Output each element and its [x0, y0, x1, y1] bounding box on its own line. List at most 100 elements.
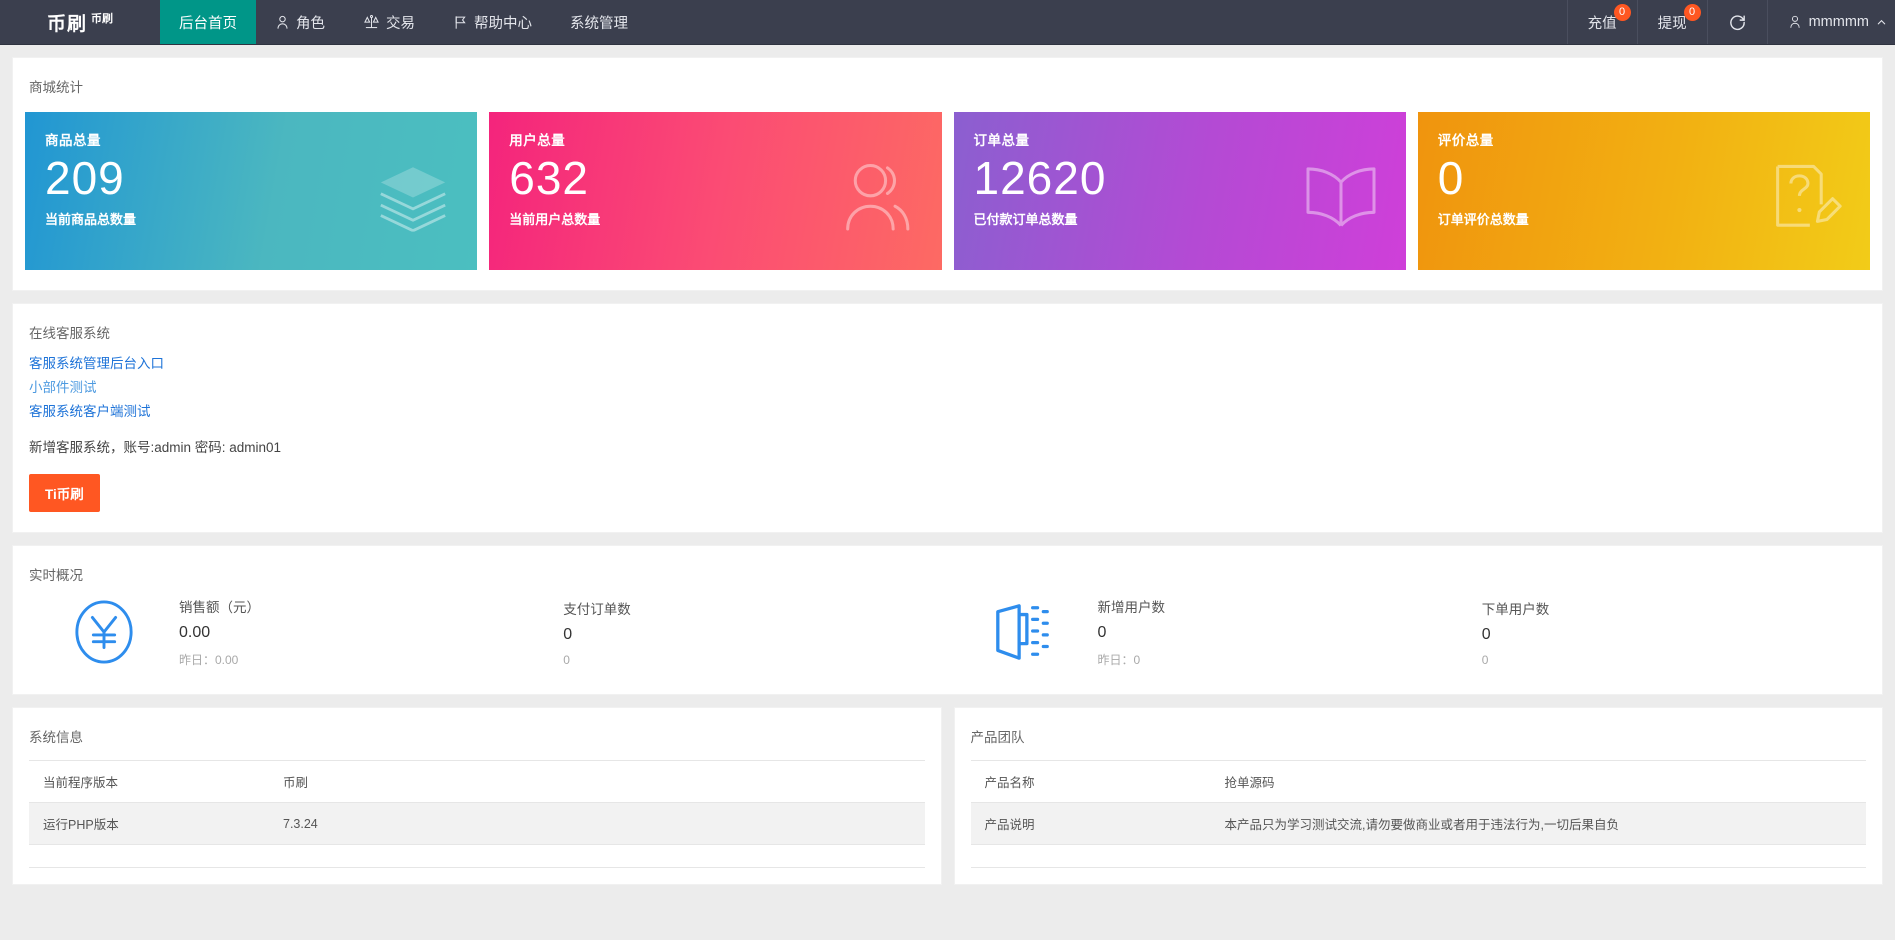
refresh-icon [1728, 13, 1747, 32]
recharge-button[interactable]: 充值 0 [1567, 0, 1637, 44]
service-link-admin-entry[interactable]: 客服系统管理后台入口 [29, 354, 164, 374]
online-service-body: 客服系统管理后台入口 小部件测试 客服系统客户端测试 新增客服系统，账号:adm… [13, 354, 1882, 532]
nav-label-trade: 交易 [386, 12, 415, 33]
service-action-button[interactable]: Ti币刷 [29, 474, 100, 512]
row-value [269, 845, 925, 868]
realtime-metric-row: 销售额（元） 0.00 昨日：0.00 支付订单数 0 0 [13, 584, 1882, 694]
realtime-group-users: 新增用户数 0 昨日：0 下单用户数 0 0 [948, 596, 1867, 668]
product-team-title: 产品团队 [955, 708, 1883, 746]
realtime-metric: 下单用户数 0 0 [1482, 598, 1866, 667]
system-info-panel: 系统信息 当前程序版本 币刷 运行PHP版本 7.3.24 [12, 707, 942, 885]
refresh-button[interactable] [1707, 0, 1767, 44]
row-key [971, 845, 1211, 868]
realtime-metric: 销售额（元） 0.00 昨日：0.00 [179, 596, 563, 668]
row-key: 产品说明 [971, 803, 1211, 845]
app-logo[interactable]: 币刷 币刷 [0, 0, 160, 44]
metric-value: 0.00 [179, 624, 563, 642]
stat-card-orders[interactable]: 订单总量 12620 已付款订单总数量 [954, 112, 1406, 270]
realtime-metric: 新增用户数 0 昨日：0 [1098, 596, 1482, 668]
scales-icon [363, 15, 380, 30]
table-row: 产品说明 本产品只为学习测试交流,请勿要做商业或者用于违法行为,一切后果自负 [971, 803, 1867, 845]
service-link-widget-test[interactable]: 小部件测试 [29, 378, 97, 398]
avatar-user-icon [1788, 15, 1802, 29]
nav-item-trade[interactable]: 交易 [344, 0, 434, 44]
row-value: 抢单源码 [1211, 761, 1867, 803]
metric-label: 销售额（元） [179, 596, 563, 616]
product-team-table: 产品名称 抢单源码 产品说明 本产品只为学习测试交流,请勿要做商业或者用于违法行… [971, 760, 1867, 868]
nav-item-dashboard[interactable]: 后台首页 [160, 0, 256, 44]
row-key [29, 845, 269, 868]
metric-label: 新增用户数 [1098, 596, 1482, 616]
system-info-title: 系统信息 [13, 708, 941, 746]
row-value: 本产品只为学习测试交流,请勿要做商业或者用于违法行为,一切后果自负 [1211, 803, 1867, 845]
stat-card-products[interactable]: 商品总量 209 当前商品总数量 [25, 112, 477, 270]
nav-item-system[interactable]: 系统管理 [551, 0, 647, 44]
metric-value: 0 [1482, 626, 1866, 644]
box-icon [948, 600, 1098, 664]
realtime-overview-panel: 实时概况 销售额（元） 0.00 昨日：0.00 [12, 545, 1883, 695]
bottom-panels: 系统信息 当前程序版本 币刷 运行PHP版本 7.3.24 [12, 707, 1883, 885]
yuan-circle-icon [29, 598, 179, 666]
mall-stats-panel: 商城统计 商品总量 209 当前商品总数量 用户总量 632 当前用户总数量 [12, 57, 1883, 291]
row-value [1211, 845, 1867, 868]
user-menu-button[interactable]: mmmmm [1767, 0, 1895, 44]
nav-label-dashboard: 后台首页 [179, 12, 237, 33]
flag-icon [453, 15, 468, 30]
metric-previous: 0 [563, 653, 947, 667]
withdraw-button[interactable]: 提现 0 [1637, 0, 1707, 44]
system-info-table: 当前程序版本 币刷 运行PHP版本 7.3.24 [29, 760, 925, 868]
main-nav: 后台首页 角色 交易 帮 [160, 0, 647, 44]
service-credentials-note: 新增客服系统，账号:admin 密码: admin01 [29, 436, 1866, 456]
realtime-metric: 支付订单数 0 0 [563, 598, 947, 667]
user-name: mmmmm [1809, 14, 1869, 30]
online-service-panel: 在线客服系统 客服系统管理后台入口 小部件测试 客服系统客户端测试 新增客服系统… [12, 303, 1883, 533]
realtime-overview-title: 实时概况 [13, 546, 1882, 584]
stat-card-list: 商品总量 209 当前商品总数量 用户总量 632 当前用户总数量 [13, 96, 1882, 290]
top-header: 币刷 币刷 后台首页 角色 交易 [0, 0, 1895, 45]
stat-card-users[interactable]: 用户总量 632 当前用户总数量 [489, 112, 941, 270]
stat-card-reviews[interactable]: 评价总量 0 订单评价总数量 [1418, 112, 1870, 270]
table-row: 当前程序版本 币刷 [29, 761, 925, 803]
online-service-title: 在线客服系统 [13, 304, 1882, 342]
logo-superscript: 币刷 [91, 10, 113, 26]
service-link-list: 客服系统管理后台入口 小部件测试 客服系统客户端测试 [29, 354, 1866, 422]
row-key: 运行PHP版本 [29, 803, 269, 845]
book-icon [1302, 163, 1380, 229]
nav-label-roles: 角色 [296, 12, 325, 33]
recharge-badge: 0 [1614, 4, 1631, 21]
nav-label-system: 系统管理 [570, 12, 628, 33]
mall-stats-title: 商城统计 [13, 58, 1882, 96]
logo-text: 币刷 [47, 9, 87, 36]
metric-previous: 0 [1482, 653, 1866, 667]
users-icon [840, 161, 916, 233]
metric-value: 0 [563, 626, 947, 644]
nav-item-roles[interactable]: 角色 [256, 0, 344, 44]
table-row: 产品名称 抢单源码 [971, 761, 1867, 803]
stat-card-label: 评价总量 [1438, 129, 1850, 149]
withdraw-label: 提现 [1658, 12, 1687, 33]
table-row [971, 845, 1867, 868]
recharge-label: 充值 [1588, 12, 1617, 33]
row-value: 7.3.24 [269, 803, 925, 845]
stat-card-label: 用户总量 [509, 129, 921, 149]
row-key: 产品名称 [971, 761, 1211, 803]
metric-previous: 昨日：0.00 [179, 651, 563, 668]
nav-item-help[interactable]: 帮助中心 [434, 0, 551, 44]
stat-card-label: 订单总量 [974, 129, 1386, 149]
metric-label: 支付订单数 [563, 598, 947, 618]
table-row [29, 845, 925, 868]
metric-value: 0 [1098, 624, 1482, 642]
table-row: 运行PHP版本 7.3.24 [29, 803, 925, 845]
header-right-actions: 充值 0 提现 0 mmmmm [1567, 0, 1895, 44]
row-key: 当前程序版本 [29, 761, 269, 803]
row-value: 币刷 [269, 761, 925, 803]
layers-icon [375, 162, 451, 232]
withdraw-badge: 0 [1684, 4, 1701, 21]
realtime-group-sales: 销售额（元） 0.00 昨日：0.00 支付订单数 0 0 [29, 596, 948, 668]
metric-previous: 昨日：0 [1098, 651, 1482, 668]
stat-card-label: 商品总量 [45, 129, 457, 149]
service-link-client-test[interactable]: 客服系统客户端测试 [29, 402, 151, 422]
product-team-panel: 产品团队 产品名称 抢单源码 产品说明 本产品只为学习测试交流,请勿要做商业或者… [954, 707, 1884, 885]
user-icon [275, 15, 290, 30]
metric-label: 下单用户数 [1482, 598, 1866, 618]
